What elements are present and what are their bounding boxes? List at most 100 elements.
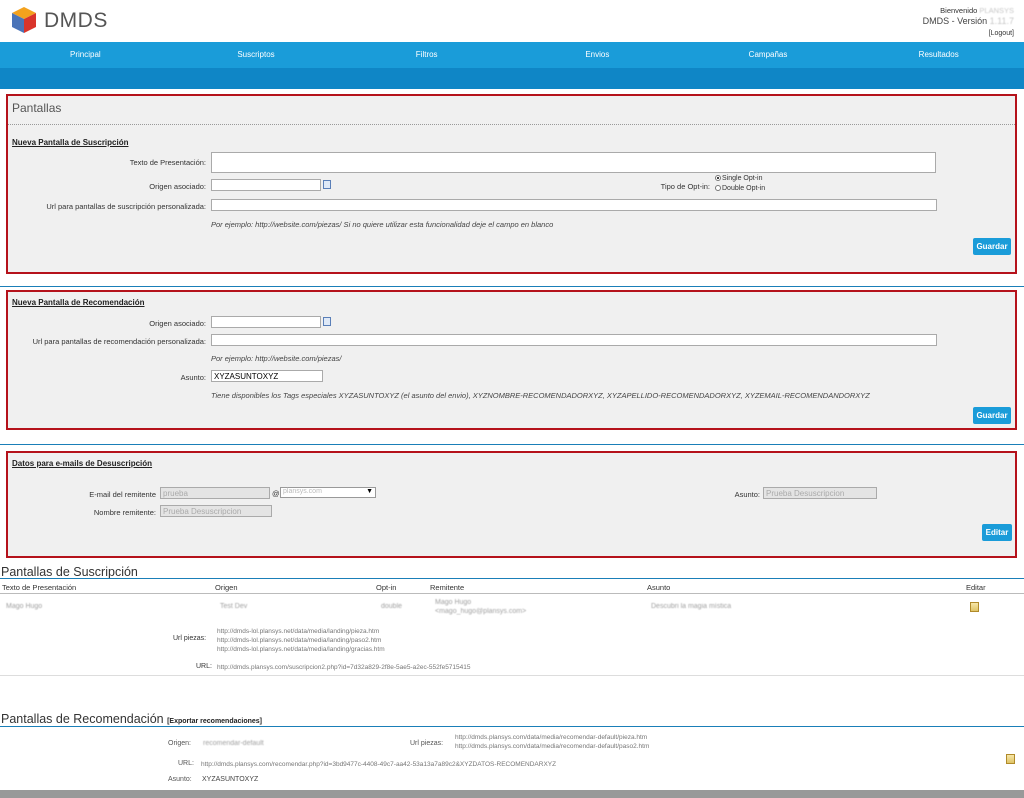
rec-url-pieza-2[interactable]: http://dmds.plansys.com/data/media/recom… [455,742,649,751]
footer-bar [0,790,1024,798]
welcome-user: PLANSYS [979,6,1014,15]
divider [0,726,1024,727]
exportar-recomendaciones-link[interactable]: [Exportar recomendaciones] [167,718,262,725]
origen-input[interactable] [211,179,321,191]
url-piezas-label: Url piezas: [173,635,207,642]
desuscripcion-panel: Datos para e-mails de Desuscripción E-ma… [6,451,1017,558]
optin-single-radio[interactable]: Single Opt-in [715,175,762,182]
asunto-recomendacion-input[interactable] [211,370,323,382]
guardar-suscripcion-button[interactable]: Guardar [973,238,1011,255]
url-label: URL: [196,663,212,670]
asunto-desuscripcion-label: Asunto: [734,490,760,499]
suscripcion-section-title: Nueva Pantalla de Suscripción [12,138,129,147]
url-suscripcion-hint: Por ejemplo: http://website.com/piezas/ … [211,220,554,229]
divider [8,124,1015,125]
lista-recomendacion-title: Pantallas de Recomendación [Exportar rec… [1,712,262,726]
recomendacion-section-title: Nueva Pantalla de Recomendación [12,298,145,307]
suscripcion-form-panel: Pantallas Nueva Pantalla de Suscripción … [6,94,1017,274]
logout-link[interactable]: [Logout] [989,28,1014,39]
email-user-input[interactable] [160,487,270,499]
divider [0,593,1024,594]
cell-texto: Mago Hugo [6,603,43,610]
rec-asunto-label: Asunto: [168,776,192,783]
edit-icon[interactable] [970,602,979,612]
nav-item-resultados[interactable]: Resultados [853,42,1024,68]
desuscripcion-section-title: Datos para e-mails de Desuscripción [12,459,153,468]
url-pieza-2[interactable]: http://dmds-lol.plansys.net/data/media/l… [217,636,381,645]
calendar-icon[interactable] [323,180,331,189]
nombre-remitente-input[interactable] [160,505,272,517]
nav-item-filtros[interactable]: Filtros [341,42,512,68]
lista-suscripcion-title: Pantallas de Suscripción [1,565,138,579]
rec-url-link[interactable]: http://dmds.plansys.com/recomendar.php?i… [201,760,556,769]
cell-optin: double [381,603,403,610]
url-recomendacion-input[interactable] [211,334,937,346]
url-pieza-1[interactable]: http://dmds-lol.plansys.net/data/media/l… [217,627,379,636]
origen-label: Origen asociado: [149,182,206,191]
cell-asunto: Descubri la magia mística [651,603,732,610]
rec-asunto-value: XYZASUNTOXYZ [202,776,259,783]
recomendacion-form-panel: Nueva Pantalla de Recomendación Origen a… [6,290,1017,430]
domain-select[interactable]: plansys.com ▼ [280,487,376,498]
url-suscripcion-label: Url para pantallas de suscripción person… [46,202,206,211]
tags-hint: Tiene disponibles los Tags especiales XY… [211,391,870,400]
rec-url-pieza-1[interactable]: http://dmds.plansys.com/data/media/recom… [455,733,647,742]
url-suscripcion-input[interactable] [211,199,937,211]
editar-desuscripcion-button[interactable]: Editar [982,524,1012,541]
edit-icon[interactable] [1006,754,1015,764]
calendar-icon[interactable] [323,317,331,326]
rec-url-label: URL: [178,760,194,767]
dmds-logo-icon [12,7,36,33]
texto-presentacion-input[interactable] [211,152,936,173]
email-remitente-label: E-mail del remitente [89,490,156,499]
radio-selected-icon [715,175,721,181]
optin-single-label: Single Opt-in [722,175,763,182]
asunto-recomendacion-label: Asunto: [180,373,206,382]
col-texto-presentacion: Texto de Presentación [2,583,77,592]
page-title: Pantallas [12,101,62,115]
asunto-desuscripcion-input[interactable] [763,487,877,499]
divider [0,444,1024,445]
nav-item-envios[interactable]: Envios [512,42,683,68]
nav-item-campanas[interactable]: Campañas [683,42,854,68]
welcome-label: Bienvenido [940,6,978,15]
version-value: 1.11.7 [989,16,1014,26]
nombre-remitente-label: Nombre remitente: [93,508,156,517]
divider [0,578,1024,579]
main-nav: Principal Suscriptos Filtros Envios Camp… [0,42,1024,68]
nav-item-suscriptos[interactable]: Suscriptos [171,42,342,68]
optin-double-label: Double Opt-in [722,185,766,192]
rec-origen-label: Origen: [168,740,191,747]
cell-remitente-name: Mago Hugo [435,599,472,606]
rec-origen-value: recomendar-default [203,740,264,747]
url-pieza-3[interactable]: http://dmds-lol.plansys.net/data/media/l… [217,645,385,654]
divider [0,675,1024,676]
radio-unselected-icon [715,185,721,191]
col-asunto: Asunto [647,583,671,592]
lista-recomendacion-title-text: Pantallas de Recomendación [1,712,164,726]
col-optin: Opt-in [376,583,397,592]
version-label: DMDS - Versión [922,16,988,26]
texto-presentacion-label: Texto de Presentación: [129,158,206,167]
nav-item-principal[interactable]: Principal [0,42,171,68]
top-header: DMDS Bienvenido PLANSYS DMDS - Versión 1… [0,0,1024,42]
url-recomendacion-label: Url para pantallas de recomendación pers… [32,337,206,346]
col-origen: Origen [215,583,238,592]
at-sign: @ [272,489,280,498]
cell-remitente-email: <mago_hugo@plansys.com> [435,608,527,615]
col-remitente: Remitente [430,583,465,592]
user-info: Bienvenido PLANSYS DMDS - Versión 1.11.7… [923,5,1014,39]
dropdown-arrow-icon: ▼ [366,488,373,495]
domain-value: plansys.com [283,488,322,495]
origen-recomendacion-input[interactable] [211,316,321,328]
cell-origen: Test Dev [220,603,248,610]
sub-nav-bar [0,68,1024,89]
url-suscripcion-link[interactable]: http://dmds.plansys.com/suscripcion2.php… [217,663,471,672]
brand-name: DMDS [44,9,108,32]
url-recomendacion-hint: Por ejemplo: http://website.com/piezas/ [211,354,342,363]
col-editar: Editar [966,583,986,592]
guardar-recomendacion-button[interactable]: Guardar [973,407,1011,424]
rec-url-piezas-label: Url piezas: [410,740,444,747]
optin-label: Tipo de Opt-in: [660,182,710,191]
optin-double-radio[interactable]: Double Opt-in [715,185,765,192]
